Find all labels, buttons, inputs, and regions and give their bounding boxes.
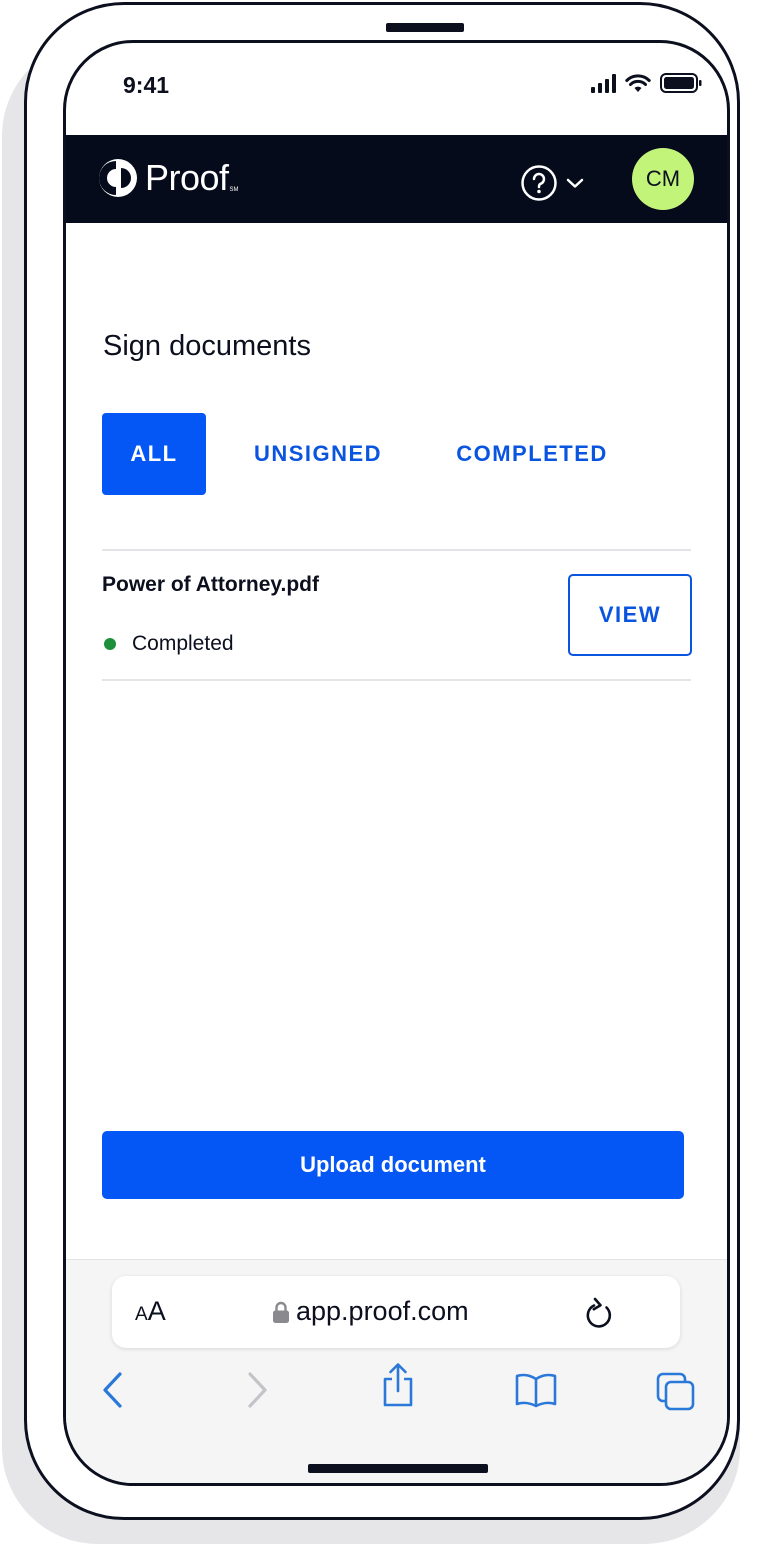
upload-document-button[interactable]: Upload document <box>102 1131 684 1199</box>
proof-logo[interactable]: Proof SM <box>97 155 239 201</box>
user-avatar[interactable]: CM <box>632 148 694 210</box>
list-divider-top <box>102 549 691 551</box>
browser-toolbar: AA app.proof.com <box>66 1259 727 1483</box>
status-dot-icon <box>104 638 116 650</box>
tabs-icon[interactable] <box>656 1372 696 1412</box>
bookmarks-icon[interactable] <box>514 1372 558 1408</box>
page-title: Sign documents <box>103 330 311 362</box>
document-name: Power of Attorney.pdf <box>102 573 319 596</box>
tab-unsigned[interactable]: UNSIGNED <box>238 413 398 495</box>
speaker-slot <box>386 23 464 32</box>
phone-screen: 9:41 Proof SM CM Sign documents ALL UNSI… <box>63 40 730 1486</box>
cellular-signal-icon <box>591 73 616 93</box>
status-icons <box>591 73 702 93</box>
list-divider-bottom <box>102 679 691 681</box>
battery-icon <box>660 73 702 93</box>
service-mark: SM <box>229 187 239 193</box>
address-bar[interactable]: AA app.proof.com <box>112 1276 680 1348</box>
document-status-label: Completed <box>132 632 234 655</box>
url-text: app.proof.com <box>296 1296 469 1326</box>
view-button[interactable]: VIEW <box>568 574 692 656</box>
text-size-button[interactable]: AA <box>135 1296 166 1327</box>
question-circle-icon <box>521 165 557 201</box>
share-icon[interactable] <box>380 1362 416 1408</box>
chevron-down-icon <box>566 178 584 188</box>
wifi-icon <box>625 73 651 92</box>
forward-icon[interactable] <box>244 1370 270 1410</box>
status-bar: 9:41 <box>66 43 727 135</box>
home-indicator <box>308 1464 488 1473</box>
proof-logo-icon <box>99 159 137 197</box>
logo-wordmark: Proof <box>145 157 229 198</box>
help-menu[interactable] <box>520 164 584 202</box>
app-header: Proof SM CM <box>66 135 727 223</box>
url-display[interactable]: app.proof.com <box>272 1296 469 1327</box>
tab-all[interactable]: ALL <box>102 413 206 495</box>
reload-icon[interactable] <box>584 1296 616 1332</box>
lock-icon <box>273 1301 289 1323</box>
tab-completed[interactable]: COMPLETED <box>438 413 626 495</box>
back-icon[interactable] <box>100 1370 126 1410</box>
status-time: 9:41 <box>123 72 170 98</box>
document-status: Completed <box>102 632 234 656</box>
